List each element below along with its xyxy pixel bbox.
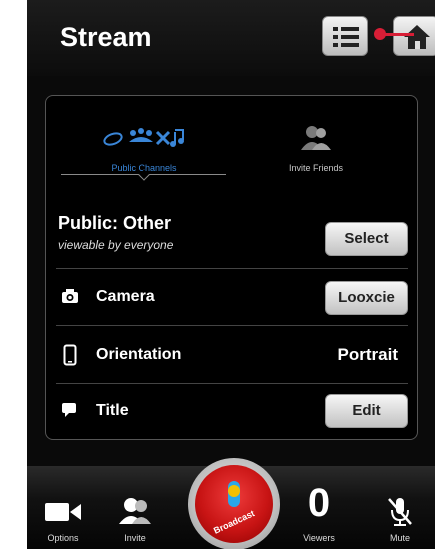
annotation-pointer-line: [384, 33, 414, 36]
options-button[interactable]: Options: [35, 466, 91, 549]
list-icon: [333, 27, 359, 47]
people-icon: [119, 498, 151, 524]
channel-title: Public: Other: [58, 213, 172, 233]
tab-invite-friends[interactable]: Invite Friends: [246, 124, 386, 173]
channel-subtitle: viewable by everyone: [58, 238, 174, 252]
viewers-label: Viewers: [303, 533, 335, 543]
orientation-row[interactable]: Orientation Portrait: [58, 336, 408, 376]
camera-row: Camera Looxcie: [58, 278, 408, 318]
broadcast-button-face: Broadcast: [195, 465, 273, 543]
invite-button[interactable]: Invite: [107, 466, 163, 549]
header-bar: Stream: [27, 0, 435, 76]
speech-bubble-icon: [62, 403, 76, 417]
tab-invite-friends-label: Invite Friends: [288, 163, 344, 173]
home-button[interactable]: [393, 16, 435, 56]
viewers-counter: 0 Viewers: [289, 466, 349, 549]
tab-public-channels[interactable]: Public Channels: [64, 124, 224, 173]
options-label: Options: [47, 533, 79, 543]
mute-label: Mute: [389, 533, 410, 543]
phone-icon: [63, 344, 77, 366]
camera-source-button[interactable]: Looxcie: [325, 281, 408, 315]
app-screen: Stream Public Channels Invite Friends Pu…: [0, 0, 435, 549]
stream-settings-panel: Public Channels Invite Friends Public: O…: [45, 95, 418, 440]
select-button[interactable]: Select: [325, 222, 408, 256]
orientation-value: Portrait: [337, 345, 398, 364]
mute-button[interactable]: Mute: [372, 466, 428, 549]
divider: [56, 325, 408, 326]
broadcast-label: Broadcast: [211, 508, 257, 536]
divider: [56, 383, 408, 384]
title-row: Title Edit: [58, 392, 408, 432]
public-channel-row: Public: Other viewable by everyone Selec…: [58, 213, 408, 263]
camera-label: Camera: [96, 288, 155, 305]
camera-icon: [62, 289, 78, 303]
broadcast-button[interactable]: Broadcast: [188, 458, 280, 549]
home-icon: [404, 25, 430, 49]
edit-title-button[interactable]: Edit: [325, 394, 408, 428]
muted-mic-icon: [388, 498, 412, 526]
broadcast-mic-dot: [228, 485, 240, 497]
public-channels-icon: [103, 128, 184, 147]
video-camera-icon: [45, 503, 81, 521]
viewers-count: 0: [307, 481, 331, 525]
orientation-label: Orientation: [96, 346, 182, 363]
list-button[interactable]: [322, 16, 368, 56]
title-label: Title: [96, 402, 129, 419]
invite-label: Invite: [124, 533, 146, 543]
left-edge-margin: [0, 0, 27, 549]
divider: [56, 268, 408, 269]
people-icon: [301, 126, 331, 150]
page-title: Stream: [60, 22, 152, 52]
